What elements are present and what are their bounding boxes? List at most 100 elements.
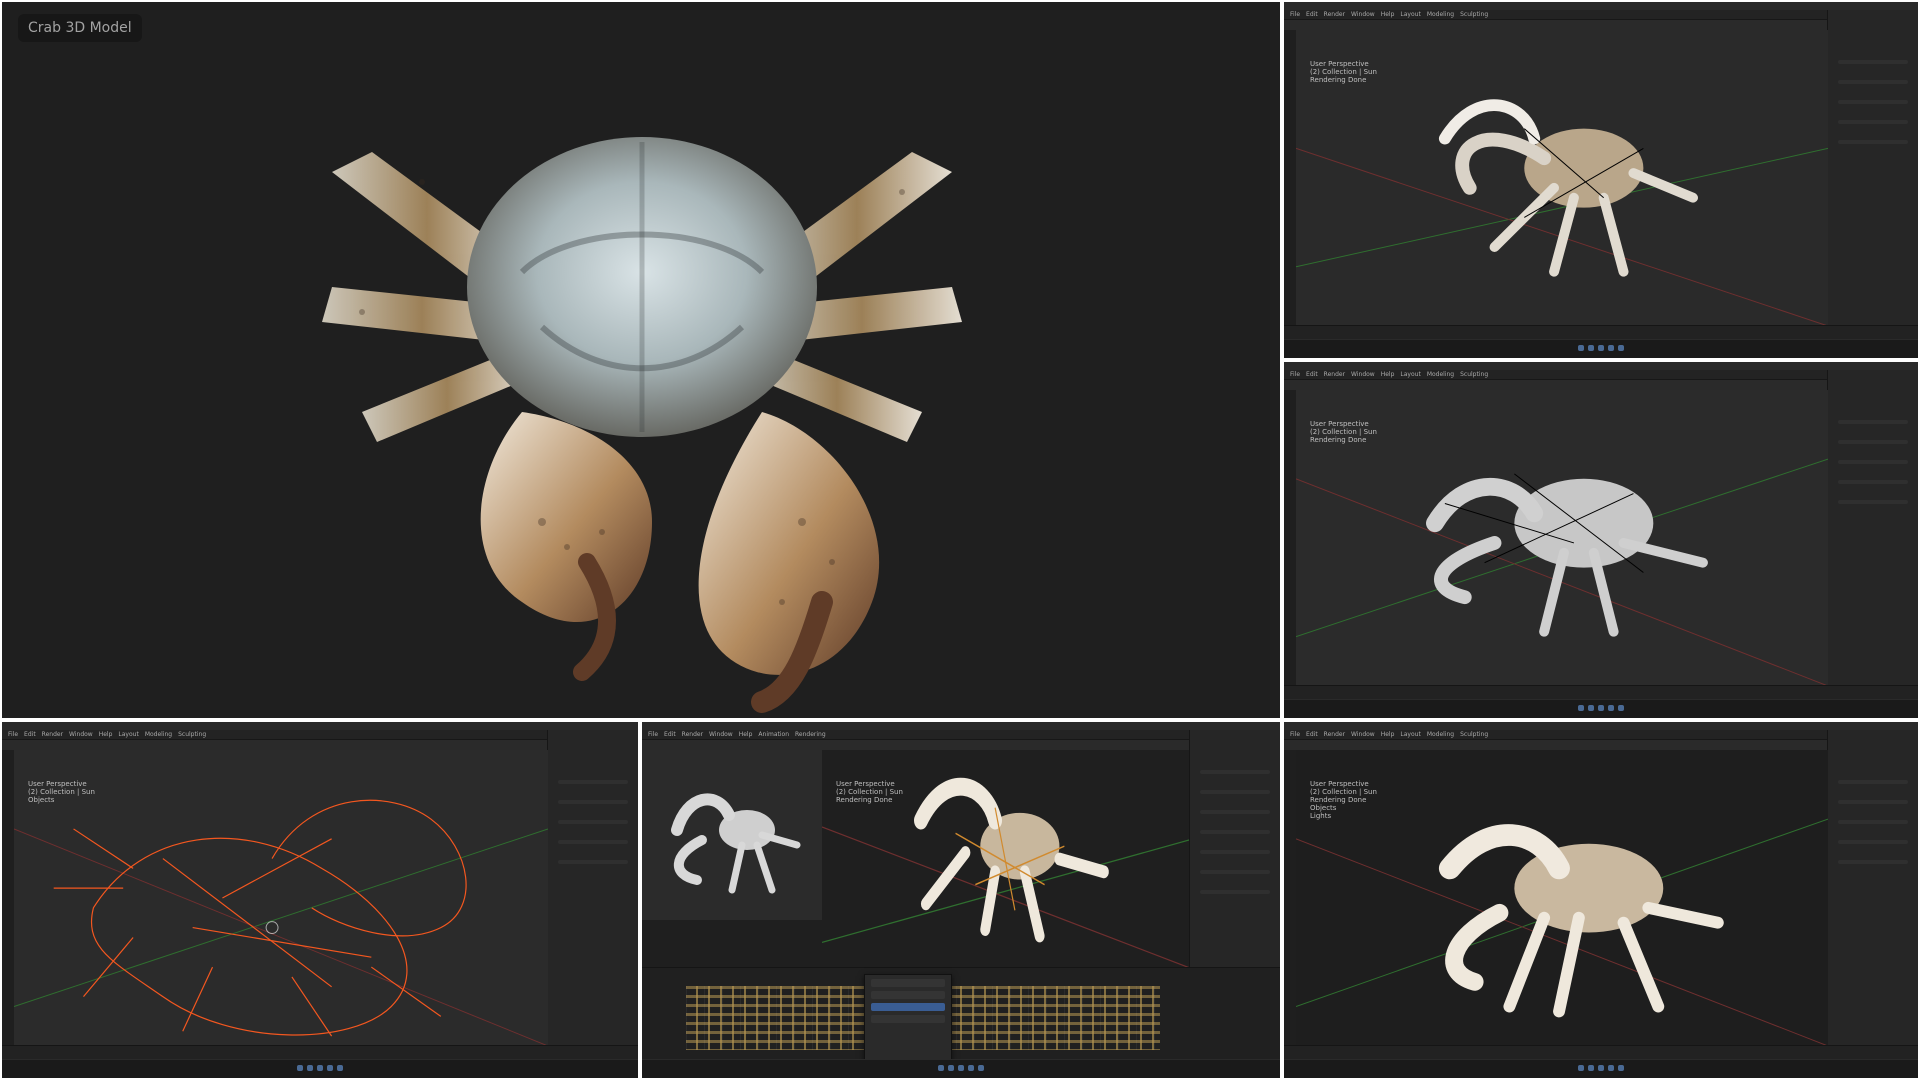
menu-file[interactable]: File — [1290, 371, 1300, 378]
menu-bar[interactable]: File Edit Render Window Help Animation R… — [642, 730, 1280, 740]
properties-panel[interactable] — [1827, 730, 1918, 1056]
windows-icon[interactable] — [297, 1065, 303, 1071]
search-icon[interactable] — [1588, 345, 1594, 351]
menu-render[interactable]: Render — [1324, 11, 1345, 18]
menu-help[interactable]: Help — [99, 731, 113, 738]
menu-help[interactable]: Help — [1381, 371, 1395, 378]
taskbar[interactable] — [1284, 1059, 1918, 1078]
explorer-icon[interactable] — [327, 1065, 333, 1071]
timeline[interactable] — [1284, 1045, 1918, 1060]
menu-window[interactable]: Window — [1351, 11, 1375, 18]
menu-edit[interactable]: Edit — [1306, 371, 1318, 378]
browser-icon[interactable] — [1598, 705, 1604, 711]
menu-window[interactable]: Window — [709, 731, 733, 738]
search-icon[interactable] — [307, 1065, 313, 1071]
menu-window[interactable]: Window — [1351, 371, 1375, 378]
tab-sculpting[interactable]: Sculpting — [1460, 11, 1488, 18]
menu-file[interactable]: File — [8, 731, 18, 738]
tab-modeling[interactable]: Modeling — [1427, 11, 1454, 18]
dropdown-item[interactable] — [871, 979, 945, 987]
menu-edit[interactable]: Edit — [1306, 731, 1318, 738]
menu-bar[interactable]: File Edit Render Window Help Layout Mode… — [1284, 10, 1918, 20]
menu-render[interactable]: Render — [1324, 731, 1345, 738]
terminal-icon[interactable] — [1618, 345, 1624, 351]
tab-layout[interactable]: Layout — [1400, 371, 1420, 378]
menu-window[interactable]: Window — [1351, 731, 1375, 738]
browser-icon[interactable] — [1598, 1065, 1604, 1071]
search-icon[interactable] — [948, 1065, 954, 1071]
taskbar[interactable] — [1284, 339, 1918, 358]
explorer-icon[interactable] — [1608, 1065, 1614, 1071]
windows-icon[interactable] — [1578, 705, 1584, 711]
menu-edit[interactable]: Edit — [664, 731, 676, 738]
tab-sculpting[interactable]: Sculpting — [178, 731, 206, 738]
search-icon[interactable] — [1588, 705, 1594, 711]
menu-bar[interactable]: File Edit Render Window Help Layout Mode… — [1284, 730, 1918, 740]
search-icon[interactable] — [1588, 1065, 1594, 1071]
3d-viewport[interactable]: User Perspective (2) Collection | Sun Re… — [1295, 30, 1829, 327]
3d-viewport[interactable]: User Perspective (2) Collection | Sun Re… — [821, 750, 1191, 969]
explorer-icon[interactable] — [1608, 345, 1614, 351]
browser-icon[interactable] — [317, 1065, 323, 1071]
windows-icon[interactable] — [1578, 1065, 1584, 1071]
3d-viewport[interactable]: User Perspective (2) Collection | Sun Ob… — [13, 750, 549, 1047]
terminal-icon[interactable] — [1618, 1065, 1624, 1071]
taskbar[interactable] — [2, 1059, 638, 1078]
dropdown-item[interactable] — [871, 991, 945, 999]
taskbar-icons[interactable] — [938, 1065, 984, 1071]
browser-icon[interactable] — [958, 1065, 964, 1071]
timeline[interactable] — [1284, 685, 1918, 700]
menu-help[interactable]: Help — [1381, 11, 1395, 18]
dropdown-item-selected[interactable] — [871, 1003, 945, 1011]
properties-panel[interactable] — [1827, 370, 1918, 696]
taskbar-icons[interactable] — [297, 1065, 343, 1071]
taskbar-icons[interactable] — [1578, 705, 1624, 711]
action-editor[interactable] — [642, 967, 1280, 1060]
windows-icon[interactable] — [1578, 345, 1584, 351]
menu-window[interactable]: Window — [69, 731, 93, 738]
menu-file[interactable]: File — [648, 731, 658, 738]
terminal-icon[interactable] — [978, 1065, 984, 1071]
properties-panel[interactable] — [1827, 10, 1918, 336]
terminal-icon[interactable] — [1618, 705, 1624, 711]
taskbar-icons[interactable] — [1578, 345, 1624, 351]
taskbar[interactable] — [642, 1059, 1280, 1078]
timeline[interactable] — [1284, 325, 1918, 340]
menu-bar[interactable]: File Edit Render Window Help Layout Mode… — [2, 730, 638, 740]
terminal-icon[interactable] — [337, 1065, 343, 1071]
menu-render[interactable]: Render — [1324, 371, 1345, 378]
tab-animation[interactable]: Animation — [758, 731, 789, 738]
tab-modeling[interactable]: Modeling — [1427, 371, 1454, 378]
preview-pane[interactable] — [642, 750, 823, 920]
menu-bar[interactable]: File Edit Render Window Help Layout Mode… — [1284, 370, 1918, 380]
explorer-icon[interactable] — [968, 1065, 974, 1071]
browser-icon[interactable] — [1598, 345, 1604, 351]
3d-viewport[interactable]: User Perspective (2) Collection | Sun Re… — [1295, 750, 1829, 1047]
tab-modeling[interactable]: Modeling — [1427, 731, 1454, 738]
taskbar[interactable] — [1284, 699, 1918, 718]
viewport-overlay: User Perspective (2) Collection | Sun Ob… — [28, 780, 95, 804]
menu-help[interactable]: Help — [739, 731, 753, 738]
tab-sculpting[interactable]: Sculpting — [1460, 371, 1488, 378]
explorer-icon[interactable] — [1608, 705, 1614, 711]
menu-help[interactable]: Help — [1381, 731, 1395, 738]
properties-panel[interactable] — [547, 730, 638, 1056]
menu-render[interactable]: Render — [682, 731, 703, 738]
tab-layout[interactable]: Layout — [1400, 11, 1420, 18]
tab-layout[interactable]: Layout — [1400, 731, 1420, 738]
windows-icon[interactable] — [938, 1065, 944, 1071]
menu-edit[interactable]: Edit — [1306, 11, 1318, 18]
3d-viewport[interactable]: User Perspective (2) Collection | Sun Re… — [1295, 390, 1829, 687]
taskbar-icons[interactable] — [1578, 1065, 1624, 1071]
tab-rendering[interactable]: Rendering — [795, 731, 826, 738]
menu-file[interactable]: File — [1290, 731, 1300, 738]
timeline[interactable] — [2, 1045, 638, 1060]
menu-edit[interactable]: Edit — [24, 731, 36, 738]
menu-file[interactable]: File — [1290, 11, 1300, 18]
tab-sculpting[interactable]: Sculpting — [1460, 731, 1488, 738]
menu-render[interactable]: Render — [42, 731, 63, 738]
dropdown-item[interactable] — [871, 1015, 945, 1023]
tab-modeling[interactable]: Modeling — [145, 731, 172, 738]
action-dropdown[interactable] — [864, 974, 952, 1060]
tab-layout[interactable]: Layout — [118, 731, 138, 738]
